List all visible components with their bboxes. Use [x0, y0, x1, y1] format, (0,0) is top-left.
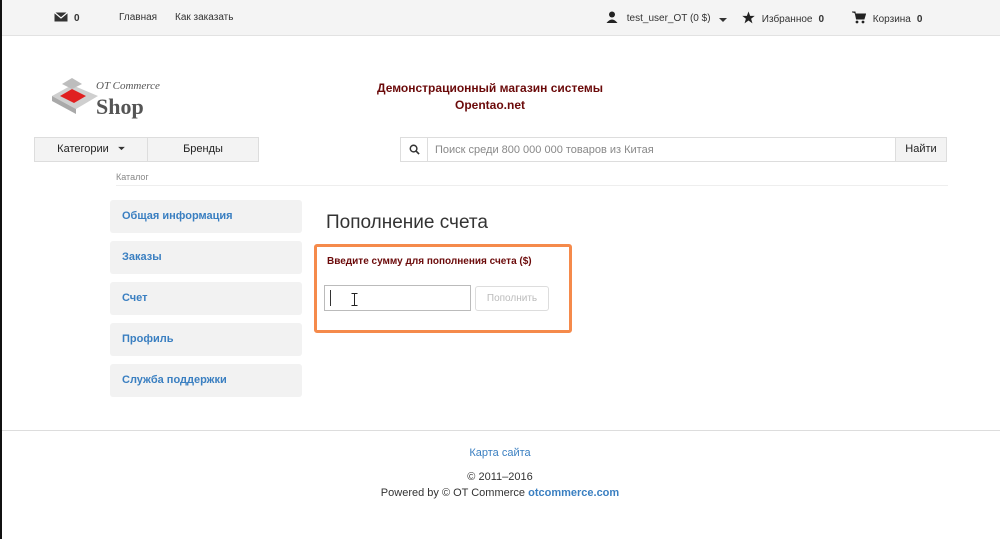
user-menu[interactable]: test_user_OT (0 $): [606, 11, 728, 25]
divider: [116, 185, 948, 186]
store-title-line1: Демонстрационный магазин системы: [377, 81, 603, 95]
powered-by: Powered by © OT Commerce otcommerce.com: [300, 487, 700, 499]
sidebar-item-account[interactable]: Счет: [110, 282, 302, 315]
nav-home-link[interactable]: Главная: [119, 11, 157, 25]
site-logo[interactable]: OT Commerce Shop: [50, 74, 200, 122]
page-title: Пополнение счета: [326, 212, 488, 233]
sidebar-item-profile[interactable]: Профиль: [110, 323, 302, 356]
search-icon: [409, 144, 420, 155]
text-caret: [330, 290, 331, 306]
categories-label: Категории: [57, 143, 109, 155]
sidebar-item-general-info[interactable]: Общая информация: [110, 200, 302, 233]
ibeam-cursor-icon: [351, 293, 358, 306]
sitemap-link[interactable]: Карта сайта: [300, 447, 700, 459]
star-icon: [742, 11, 755, 24]
amount-label: Введите сумму для пополнения счета ($): [327, 256, 532, 267]
logo-cube-icon: [52, 78, 98, 114]
search-bar: Найти: [400, 137, 947, 162]
otcommerce-link[interactable]: otcommerce.com: [528, 487, 619, 499]
user-name: test_user_OT (0 $): [626, 13, 711, 24]
topup-button[interactable]: Пополнить: [475, 286, 549, 311]
favorites-count: 0: [818, 14, 825, 25]
cart-icon: [852, 11, 867, 24]
brands-button[interactable]: Бренды: [147, 137, 259, 162]
cart-label: Корзина: [872, 14, 911, 25]
categories-dropdown[interactable]: Категории: [34, 137, 148, 162]
favorites-label: Избранное: [761, 14, 813, 25]
nav-how-to-order-link[interactable]: Как заказать: [175, 11, 233, 25]
favorites-link[interactable]: Избранное 0: [742, 11, 824, 25]
sidebar-item-support[interactable]: Служба поддержки: [110, 364, 302, 397]
copyright: © 2011–2016: [467, 471, 533, 483]
store-title: Демонстрационный магазин системы Opentao…: [340, 80, 640, 114]
footer-divider: [2, 430, 1000, 431]
caret-down-icon: [118, 146, 125, 151]
envelope-icon: [54, 12, 68, 22]
breadcrumb[interactable]: Каталог: [116, 172, 149, 182]
logo-text-top: OT Commerce: [96, 80, 160, 92]
cart-link[interactable]: Корзина 0: [852, 11, 922, 25]
powered-by-text: Powered by © OT Commerce: [380, 487, 526, 499]
user-icon: [606, 11, 618, 23]
search-icon-button[interactable]: [401, 138, 428, 161]
caret-down-icon: [719, 18, 728, 22]
top-bar: 0 Главная Как заказать test_user_OT (0 $…: [2, 0, 1000, 36]
store-title-line2: Opentao.net: [454, 98, 525, 112]
search-button[interactable]: Найти: [895, 138, 946, 161]
logo-text-bottom: Shop: [96, 94, 144, 119]
messages-count: 0: [74, 13, 80, 24]
cart-count: 0: [916, 14, 923, 25]
sidebar-item-orders[interactable]: Заказы: [110, 241, 302, 274]
amount-input[interactable]: [324, 285, 471, 311]
search-input[interactable]: [435, 142, 885, 157]
messages-link[interactable]: 0: [54, 11, 80, 25]
